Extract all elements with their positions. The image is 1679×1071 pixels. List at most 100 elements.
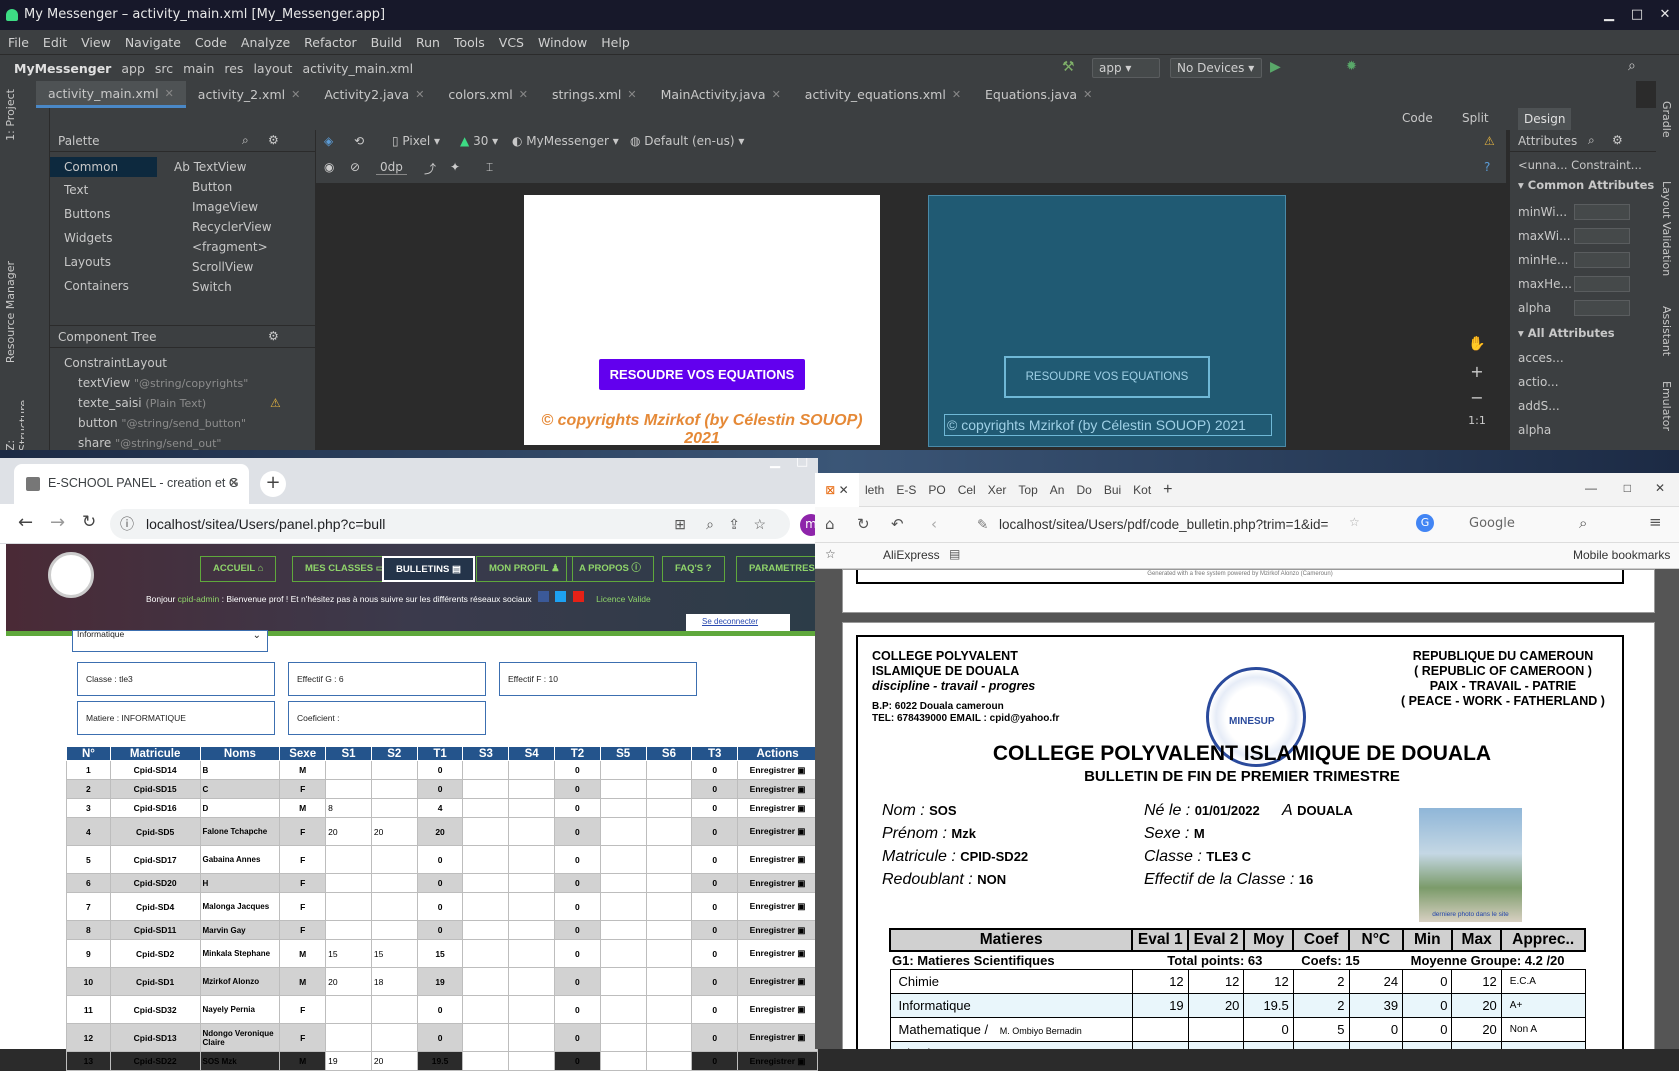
grade-input[interactable] <box>645 920 693 940</box>
attr-min-width[interactable]: minWi... <box>1518 202 1648 222</box>
palette-search-icon[interactable]: ⌕ <box>242 133 249 148</box>
bookmark-folder-icon[interactable]: ▤ <box>949 547 960 561</box>
browser-tab-2[interactable]: E-S <box>890 483 922 497</box>
tab-activity-main[interactable]: activity_main.xml ✕ <box>36 81 186 108</box>
window-maximize-icon[interactable]: □ <box>796 458 808 469</box>
grade-input[interactable] <box>508 845 556 874</box>
palette-item-textview[interactable]: Ab TextView <box>174 160 246 174</box>
info-icon[interactable]: ⓘ <box>120 509 134 539</box>
attr-max-height[interactable]: maxHe... <box>1518 274 1648 294</box>
grade-input[interactable] <box>508 779 556 799</box>
browser-active-tab[interactable]: ⊠ ✕ <box>815 473 859 507</box>
zoom-icon[interactable]: ⌕ <box>706 509 714 539</box>
grade-input[interactable]: 20 <box>370 817 418 846</box>
browser-tab-10[interactable]: Kot <box>1127 483 1157 497</box>
menu-file[interactable]: File <box>8 35 29 50</box>
save-button[interactable]: Enregistrer ▣ <box>737 779 818 799</box>
grade-input[interactable] <box>370 779 418 799</box>
project-tool-button[interactable]: 1: Project <box>4 89 17 141</box>
browser-tab-9[interactable]: Bui <box>1098 483 1127 497</box>
grade-input[interactable] <box>370 760 418 780</box>
grade-input[interactable] <box>462 995 510 1024</box>
grade-input[interactable] <box>370 1023 418 1052</box>
facebook-icon[interactable] <box>537 591 549 602</box>
back-icon[interactable]: ‹ <box>931 515 937 533</box>
close-tab-icon[interactable]: ✕ <box>291 81 300 108</box>
pan-icon[interactable]: ✋ <box>1460 336 1494 362</box>
nav-mon-profil[interactable]: MON PROFIL ♟ <box>476 556 573 582</box>
attr-max-width[interactable]: maxWi... <box>1518 226 1648 246</box>
grade-input[interactable] <box>599 967 647 996</box>
design-surface-icon[interactable]: ◈ <box>324 134 333 148</box>
attr-field[interactable] <box>1574 276 1630 292</box>
back-icon[interactable]: ← <box>18 512 33 533</box>
translate-icon[interactable]: ⊞ <box>674 509 686 539</box>
browser-tab-1[interactable]: leth <box>859 483 890 497</box>
reload-icon[interactable]: ↻ <box>857 515 870 533</box>
browser-tab-5[interactable]: Xer <box>982 483 1013 497</box>
code-mode-button[interactable]: Code <box>1402 111 1433 125</box>
grade-input[interactable] <box>325 760 372 780</box>
nav-bulletins[interactable]: BULLETINS ▤ <box>382 556 475 582</box>
menu-help[interactable]: Help <box>601 35 630 50</box>
close-tab-icon[interactable]: ✕ <box>627 81 636 108</box>
tree-node-texte-saisi[interactable]: texte_saisi (Plain Text) <box>78 396 206 410</box>
resource-manager-tool-button[interactable]: Resource Manager <box>4 261 17 363</box>
tab-mainactivity[interactable]: MainActivity.java ✕ <box>649 81 793 108</box>
grade-input[interactable] <box>645 817 693 846</box>
menu-code[interactable]: Code <box>195 35 227 50</box>
window-minimize-icon[interactable]: ▁ <box>770 458 780 469</box>
grade-input[interactable] <box>599 798 647 818</box>
blueprint-copyright-text[interactable]: © copyrights Mzirkof (by Célestin SOUOP)… <box>944 414 1272 436</box>
grade-input[interactable] <box>508 873 556 893</box>
palette-item-switch[interactable]: Switch <box>192 280 232 294</box>
menu-refactor[interactable]: Refactor <box>304 35 356 50</box>
new-tab-icon[interactable]: + <box>1157 481 1178 499</box>
grade-input[interactable]: 15 <box>370 939 418 968</box>
zoom-in-button[interactable]: + <box>1460 362 1494 388</box>
bookmark-star-icon[interactable]: ☆ <box>1349 515 1360 529</box>
menu-window[interactable]: Window <box>538 35 587 50</box>
grade-input[interactable] <box>370 920 418 940</box>
close-icon[interactable]: ✕ <box>1651 0 1679 30</box>
grade-input[interactable] <box>508 892 556 921</box>
window-close-icon[interactable]: ✕ <box>1655 481 1665 495</box>
share-icon[interactable]: ⇪ <box>728 509 740 539</box>
common-attributes-header[interactable]: ▾ Common Attributes <box>1518 178 1654 192</box>
chrome-tab[interactable]: E-SCHOOL PANEL - creation et G ✕ <box>14 464 249 504</box>
emulator-tool-button[interactable]: Emulator <box>1660 381 1673 431</box>
magnet-icon[interactable]: ⊘ <box>350 160 360 174</box>
grade-input[interactable]: 20 <box>325 967 372 996</box>
help-icon[interactable]: ? <box>1484 160 1490 174</box>
close-tab-icon[interactable]: ✕ <box>772 81 781 108</box>
breadcrumb-project[interactable]: MyMessenger <box>14 61 111 76</box>
grade-input[interactable] <box>645 1051 693 1071</box>
orientation-icon[interactable]: ⟲ <box>354 134 364 148</box>
grade-input[interactable] <box>462 967 510 996</box>
menu-run[interactable]: Run <box>416 35 440 50</box>
attr-accessibility[interactable]: acces... <box>1518 348 1648 368</box>
window-minimize-icon[interactable]: — <box>1585 481 1597 495</box>
guidelines-icon[interactable]: ⌶ <box>486 160 493 175</box>
tree-node-button[interactable]: button "@string/send_button" <box>78 416 246 430</box>
grade-input[interactable] <box>599 873 647 893</box>
grade-input[interactable] <box>462 920 510 940</box>
close-tab-icon[interactable]: ✕ <box>839 483 849 497</box>
youtube-icon[interactable] <box>572 591 584 602</box>
palette-item-scrollview[interactable]: ScrollView <box>192 260 253 274</box>
grade-input[interactable] <box>599 1051 647 1071</box>
tab-equations-java[interactable]: Equations.java ✕ <box>973 81 1104 108</box>
menu-navigate[interactable]: Navigate <box>125 35 181 50</box>
tab-colors[interactable]: colors.xml ✕ <box>436 81 540 108</box>
preview-resolve-button[interactable]: RESOUDRE VOS EQUATIONS <box>599 359 805 390</box>
gradle-tool-button[interactable]: Gradle <box>1660 101 1673 138</box>
breadcrumb-main[interactable]: main <box>183 61 214 76</box>
palette-category-layouts[interactable]: Layouts <box>64 255 111 269</box>
subject-select[interactable]: Informatique ⌄ <box>72 630 268 652</box>
tab-activity2-java[interactable]: Activity2.java ✕ <box>312 81 436 108</box>
all-attributes-header[interactable]: ▾ All Attributes <box>1518 326 1615 340</box>
grade-input[interactable] <box>462 798 510 818</box>
chrome-address-bar[interactable]: ⓘ localhost/sitea/Users/panel.php?c=bull… <box>110 509 790 539</box>
menu-tools[interactable]: Tools <box>454 35 485 50</box>
bookmark-aliexpress[interactable]: AliExpress <box>883 548 940 562</box>
